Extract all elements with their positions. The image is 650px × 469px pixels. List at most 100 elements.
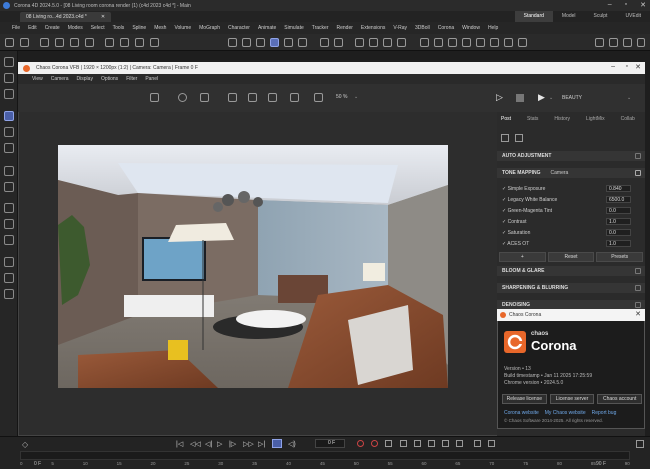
- vfb-menu-filter[interactable]: Filter: [122, 76, 141, 82]
- go-to-start-icon[interactable]: |◁: [176, 440, 183, 448]
- reset-button[interactable]: Reset: [547, 252, 595, 262]
- paint-tool-icon[interactable]: [4, 219, 14, 229]
- section-tone-mapping[interactable]: TONE MAPPING Camera: [497, 168, 645, 178]
- menu-edit[interactable]: Edit: [24, 25, 41, 31]
- render-pass-selector[interactable]: BEAUTY: [562, 95, 582, 101]
- pen-tool-icon[interactable]: [434, 38, 443, 47]
- axis-tool-icon[interactable]: [4, 182, 14, 192]
- key-parameter-icon[interactable]: [442, 440, 449, 447]
- workplane-icon[interactable]: [369, 38, 378, 47]
- menu-help[interactable]: Help: [484, 25, 502, 31]
- viewport-2-icon[interactable]: [609, 38, 618, 47]
- menu-extensions[interactable]: Extensions: [357, 25, 389, 31]
- uv-mode-icon[interactable]: [284, 38, 293, 47]
- viewport-4-icon[interactable]: [637, 38, 645, 47]
- report-bug-link[interactable]: Report bug: [592, 410, 617, 416]
- denoising-checkbox[interactable]: [635, 302, 641, 308]
- close-button[interactable]: ✕: [640, 1, 646, 9]
- menu-spline[interactable]: Spline: [128, 25, 150, 31]
- color-picker-icon[interactable]: [178, 93, 187, 102]
- saturation-value[interactable]: 0.0: [606, 229, 631, 236]
- sharpening-checkbox[interactable]: [635, 285, 641, 291]
- render-settings-icon[interactable]: [334, 38, 343, 47]
- layout-uvedit[interactable]: UVEdit: [616, 11, 650, 22]
- row-saturation[interactable]: ✓ Saturation 0.0: [497, 228, 645, 238]
- snap-icon[interactable]: [355, 38, 364, 47]
- sound-icon[interactable]: ◁): [288, 440, 296, 448]
- vfb-menu-display[interactable]: Display: [73, 76, 97, 82]
- tweak-icon[interactable]: [4, 89, 14, 99]
- menu-volume[interactable]: Volume: [170, 25, 195, 31]
- play-icon[interactable]: ▷: [217, 440, 222, 448]
- menu-mesh[interactable]: Mesh: [150, 25, 170, 31]
- save-image-icon[interactable]: [150, 93, 159, 102]
- corona-website-link[interactable]: Corona website: [504, 410, 539, 416]
- vfb-menu-panel[interactable]: Panel: [141, 76, 162, 82]
- auto-adjustment-checkbox[interactable]: [635, 153, 641, 159]
- menu-tracker[interactable]: Tracker: [308, 25, 333, 31]
- knife-tool-icon[interactable]: [4, 235, 14, 245]
- cloner-icon[interactable]: [462, 38, 471, 47]
- tab-lightmix[interactable]: LightMix: [586, 116, 605, 122]
- stop-render-icon[interactable]: [516, 94, 524, 102]
- end-frame[interactable]: 90 F: [596, 461, 606, 467]
- interpolation-icon[interactable]: [474, 440, 481, 447]
- white-balance-value[interactable]: 6500.0: [606, 196, 631, 203]
- zoom-fit-icon[interactable]: [290, 93, 299, 102]
- subdivision-icon[interactable]: [448, 38, 457, 47]
- key-pla-icon[interactable]: [456, 440, 463, 447]
- vfb-menu-camera[interactable]: Camera: [47, 76, 73, 82]
- vfb-menu-options[interactable]: Options: [97, 76, 122, 82]
- transform-tool-icon[interactable]: [4, 166, 14, 176]
- contrast-value[interactable]: 1.0: [606, 218, 631, 225]
- move-icon[interactable]: [55, 38, 64, 47]
- menu-simulate[interactable]: Simulate: [280, 25, 307, 31]
- measure-tool-icon[interactable]: [4, 289, 14, 299]
- vfb-minimize-button[interactable]: –: [611, 63, 615, 70]
- menu-animate[interactable]: Animate: [254, 25, 280, 31]
- scale-icon[interactable]: [70, 38, 79, 47]
- points-mode-icon[interactable]: [228, 38, 237, 47]
- y-axis-icon[interactable]: [120, 38, 129, 47]
- menu-render[interactable]: Render: [333, 25, 357, 31]
- menu-corona[interactable]: Corona: [434, 25, 458, 31]
- next-key-icon[interactable]: ▷▷: [243, 440, 254, 448]
- menu-tools[interactable]: Tools: [109, 25, 129, 31]
- key-rotation-icon[interactable]: [414, 440, 421, 447]
- redo-icon[interactable]: [20, 38, 29, 47]
- license-server-button[interactable]: License server: [549, 394, 595, 404]
- save-post-icon[interactable]: [501, 134, 509, 142]
- document-tab[interactable]: 08 Living ro...4d 2023.c4d * ✕: [20, 11, 112, 22]
- green-magenta-value[interactable]: 0.0: [606, 207, 631, 214]
- clear-region-icon[interactable]: [248, 93, 257, 102]
- axis-mode-icon[interactable]: [298, 38, 307, 47]
- cube-object-icon[interactable]: [420, 38, 429, 47]
- timeline-settings-icon[interactable]: [488, 440, 495, 447]
- x-axis-icon[interactable]: [105, 38, 114, 47]
- light-icon[interactable]: [518, 38, 527, 47]
- menu-modes[interactable]: Modes: [64, 25, 87, 31]
- section-sharpening[interactable]: SHARPENING & BLURRING: [497, 283, 645, 293]
- tab-history[interactable]: History: [554, 116, 570, 122]
- rotate-icon[interactable]: [85, 38, 94, 47]
- previous-key-icon[interactable]: ◁◁: [190, 440, 201, 448]
- render-play-icon[interactable]: ▷: [496, 92, 503, 103]
- row-green-magenta[interactable]: ✓ Green-Magenta Tint 0.0: [497, 206, 645, 216]
- loop-icon[interactable]: [272, 439, 282, 448]
- polygons-mode-icon[interactable]: [256, 38, 265, 47]
- presets-button[interactable]: Presets: [596, 252, 644, 262]
- lock-icon[interactable]: [397, 38, 406, 47]
- go-to-end-icon[interactable]: ▷|: [258, 440, 265, 448]
- menu-character[interactable]: Character: [224, 25, 254, 31]
- render-view-icon[interactable]: [320, 38, 329, 47]
- tone-mapping-preset[interactable]: Camera: [551, 170, 569, 176]
- record-icon[interactable]: [357, 440, 364, 447]
- row-simple-exposure[interactable]: ✓ Simple Exposure 0.840: [497, 184, 645, 194]
- region-render-icon[interactable]: [228, 93, 237, 102]
- tone-mapping-checkbox[interactable]: [635, 170, 641, 176]
- floor-icon[interactable]: [490, 38, 499, 47]
- undo-icon[interactable]: [5, 38, 14, 47]
- pass-dropdown-icon[interactable]: ⌄: [627, 95, 631, 101]
- aces-ot-value[interactable]: 1.0: [606, 240, 631, 247]
- camera-icon[interactable]: [504, 38, 513, 47]
